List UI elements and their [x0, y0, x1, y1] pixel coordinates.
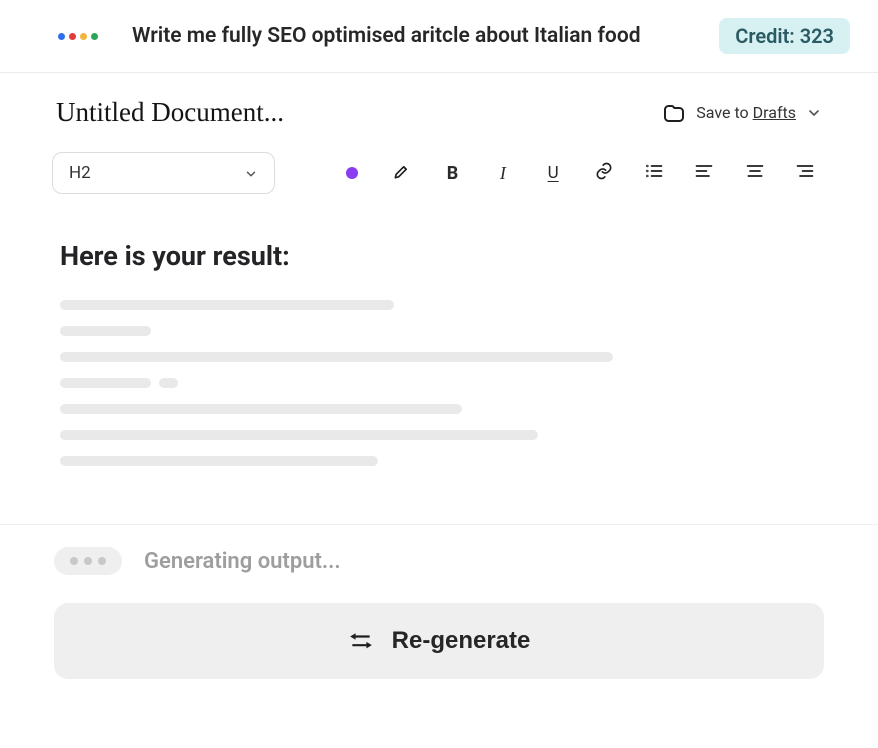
align-center-icon — [745, 161, 765, 185]
highlight-button[interactable] — [381, 154, 423, 192]
bold-button[interactable]: B — [431, 154, 473, 192]
color-dot-icon — [346, 167, 358, 179]
document-title[interactable]: Untitled Document... — [56, 97, 284, 128]
italic-icon: I — [500, 163, 506, 184]
credit-badge: Credit: 323 — [719, 18, 850, 54]
folder-icon — [662, 101, 686, 125]
skeleton-line — [60, 300, 394, 310]
swap-icon — [348, 630, 374, 652]
skeleton-line — [60, 404, 462, 414]
bold-icon: B — [447, 163, 459, 184]
save-label-text: Save to — [696, 103, 752, 122]
skeleton-line — [60, 326, 151, 336]
result-heading: Here is your result: — [60, 240, 818, 272]
logo-dot — [58, 33, 65, 40]
highlighter-icon — [392, 161, 412, 185]
skeleton-line — [60, 352, 613, 362]
editor-toolbar: H2 B I U — [0, 136, 878, 210]
link-button[interactable] — [582, 154, 624, 192]
skeleton-line — [60, 430, 538, 440]
skeleton-line — [60, 456, 378, 466]
link-icon — [594, 161, 614, 185]
regenerate-label: Re-generate — [392, 627, 531, 655]
chevron-down-icon — [244, 166, 258, 180]
generating-text: Generating output... — [144, 549, 341, 574]
footer: Generating output... Re-generate — [0, 525, 878, 719]
skeleton-placeholder — [60, 300, 818, 466]
document-title-row: Untitled Document... Save to Drafts — [0, 73, 878, 136]
loading-dots-icon — [54, 547, 122, 575]
heading-select[interactable]: H2 — [52, 152, 275, 194]
logo-dot — [69, 33, 76, 40]
generating-status: Generating output... — [54, 547, 824, 575]
underline-icon: U — [548, 163, 559, 183]
align-center-button[interactable] — [733, 154, 775, 192]
list-button[interactable] — [633, 154, 675, 192]
regenerate-button[interactable]: Re-generate — [54, 603, 824, 679]
prompt-text: Write me fully SEO optimised aritcle abo… — [132, 24, 695, 48]
align-left-button[interactable] — [683, 154, 725, 192]
skeleton-line — [159, 378, 178, 388]
italic-button[interactable]: I — [482, 154, 524, 192]
chevron-down-icon[interactable] — [806, 105, 822, 121]
save-label: Save to Drafts — [696, 103, 796, 122]
list-icon — [644, 161, 664, 185]
save-to-drafts[interactable]: Save to Drafts — [662, 101, 822, 125]
underline-button[interactable]: U — [532, 154, 574, 192]
align-right-button[interactable] — [784, 154, 826, 192]
drafts-link[interactable]: Drafts — [753, 103, 796, 122]
editor-content: Here is your result: — [0, 210, 878, 492]
skeleton-line — [60, 378, 151, 388]
heading-value: H2 — [69, 163, 91, 183]
align-left-icon — [694, 161, 714, 185]
align-right-icon — [795, 161, 815, 185]
app-logo — [58, 33, 98, 40]
logo-dot — [80, 33, 87, 40]
logo-dot — [91, 33, 98, 40]
app-header: Write me fully SEO optimised aritcle abo… — [0, 0, 878, 73]
text-color-button[interactable] — [331, 154, 373, 192]
